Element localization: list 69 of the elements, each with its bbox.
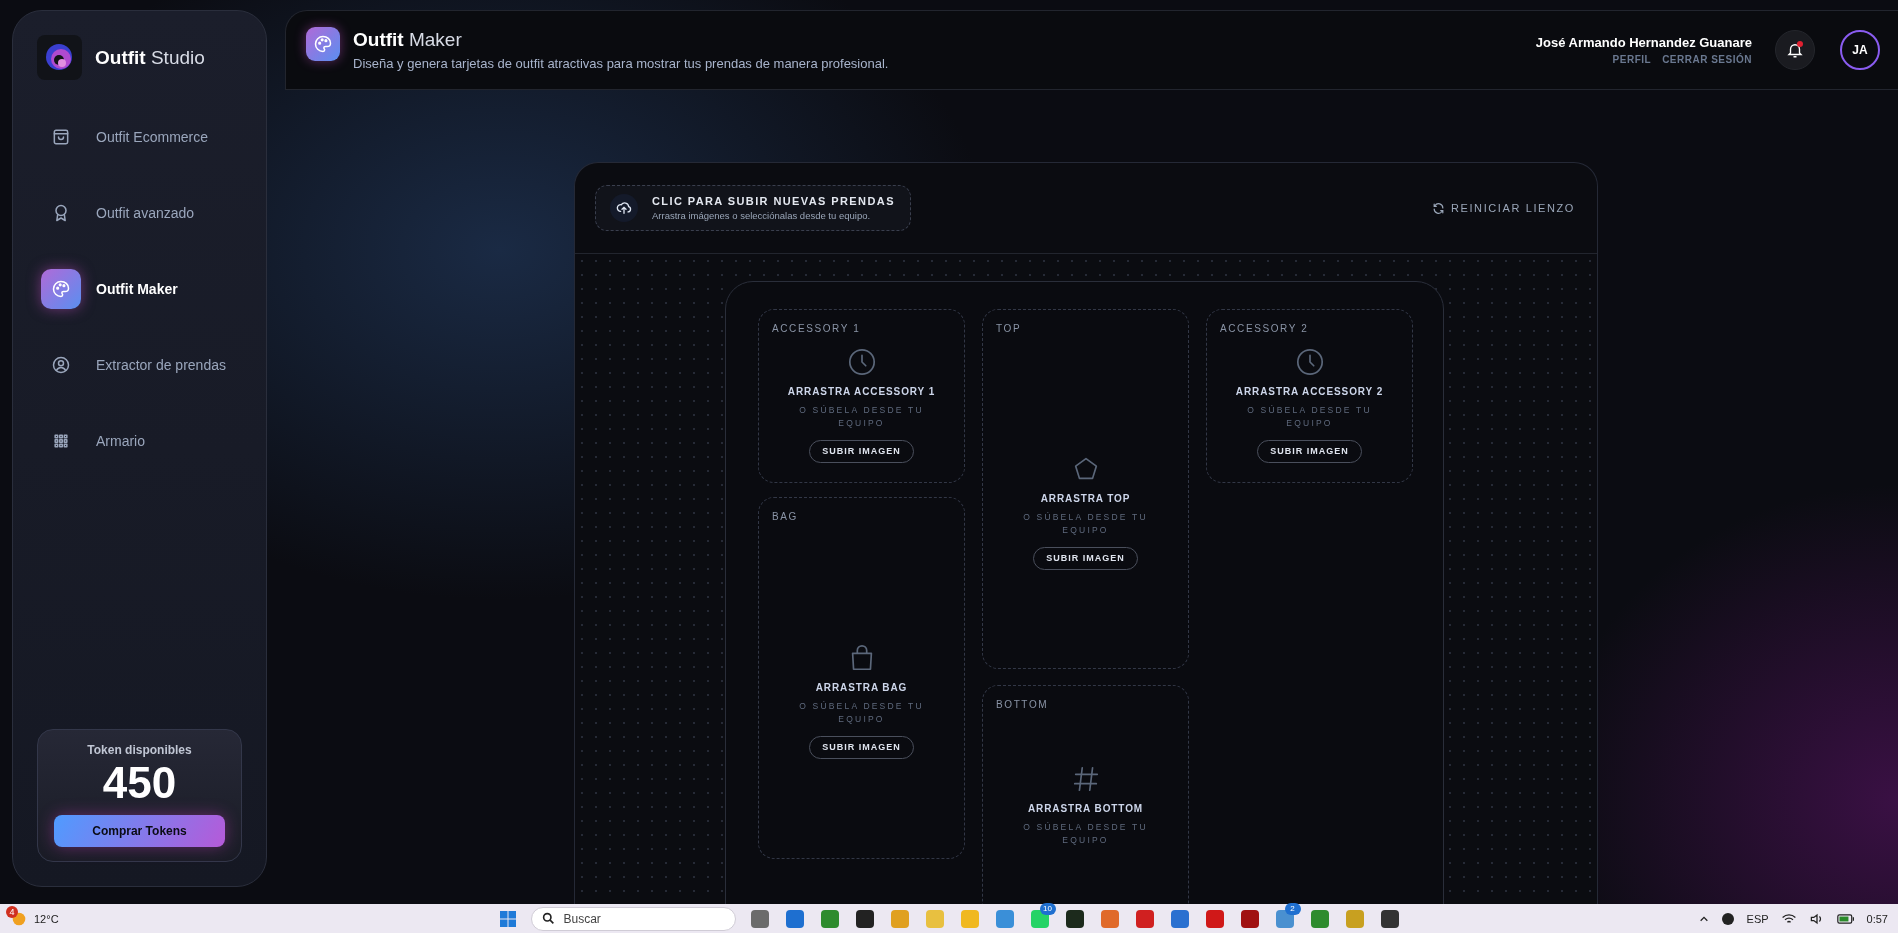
app-icon[interactable] — [1063, 907, 1086, 930]
user-icon — [51, 355, 71, 375]
search-field[interactable]: Buscar — [530, 906, 736, 931]
token-count: 450 — [102, 758, 177, 807]
drop-slot[interactable]: TOP ARRASTRA TOP O SÚBELA DESDE TU EQUIPO SUBIR IMAGEN — [982, 309, 1189, 669]
palette-icon — [306, 27, 340, 61]
bell-icon — [1786, 41, 1804, 59]
temperature: 12°C — [34, 912, 59, 925]
slot-hint: O SÚBELA DESDE TU EQUIPO — [798, 700, 925, 725]
slot-label: TOP — [996, 323, 1022, 334]
slot-hint: O SÚBELA DESDE TU EQUIPO — [1246, 404, 1373, 429]
clock-time: 0:57 — [1866, 912, 1888, 925]
sidebar-item[interactable]: Outfit Maker — [37, 265, 242, 313]
language-indicator[interactable]: ESP — [1746, 912, 1769, 925]
upload-image-button[interactable]: SUBIR IMAGEN — [809, 735, 914, 759]
slot-label: BOTTOM — [996, 699, 1049, 710]
page-subtitle: Diseña y genera tarjetas de outfit atractivas para mostrar tus prendas de manera profesional. — [353, 56, 890, 71]
brand-name: Outfit — [95, 46, 146, 68]
search-icon — [541, 912, 555, 925]
page-title: Maker — [408, 29, 462, 50]
slot-title: ARRASTRA ACCESSORY 2 — [1235, 386, 1384, 398]
grid-icon — [51, 431, 71, 451]
slot-label: BAG — [772, 511, 798, 522]
sidebar-item[interactable]: Extractor de prendas — [37, 341, 242, 389]
drop-slot[interactable]: ACCESSORY 1 ARRASTRA ACCESSORY 1 O SÚBELA DESDE TU EQUIPO SUBIR IMAGEN — [758, 309, 965, 483]
slot-hint: O SÚBELA DESDE TU EQUIPO — [798, 404, 925, 429]
slot-title: ARRASTRA BOTTOM — [1027, 803, 1144, 815]
upload-image-button[interactable]: SUBIR IMAGEN — [1257, 439, 1362, 463]
slot-label: ACCESSORY 2 — [1220, 323, 1309, 334]
refresh-icon — [1432, 201, 1445, 215]
upload-cloud-icon — [616, 200, 632, 216]
token-label: Token disponibles — [87, 742, 192, 757]
clock-icon — [1294, 347, 1325, 378]
upload-image-button[interactable]: SUBIR IMAGEN — [1033, 546, 1138, 570]
sidebar-item[interactable]: Outfit avanzado — [37, 189, 242, 237]
logo-icon — [37, 35, 82, 80]
user-name: José Armando Hernandez Guanare — [1535, 35, 1752, 50]
upload-hint: Arrastra imágenes o selecciónalas desde tu equipo. — [652, 210, 872, 221]
app-icon[interactable] — [1720, 911, 1735, 926]
account-link[interactable]: PERFIL — [1612, 54, 1652, 65]
slot-title: ARRASTRA ACCESSORY 1 — [787, 386, 936, 398]
app-icon[interactable] — [1238, 907, 1261, 930]
upload-dropzone[interactable]: CLIC PARA SUBIR NUEVAS PRENDAS Arrastra imágenes o selecciónalas desde tu equipo. — [595, 185, 911, 231]
brand-name: Studio — [150, 46, 205, 68]
slot-hint: O SÚBELA DESDE TU EQUIPO — [1022, 821, 1149, 846]
clock-icon — [846, 347, 877, 378]
drop-slot[interactable]: BAG ARRASTRA BAG O SÚBELA DESDE TU EQUIPO SUBIR IMAGEN — [758, 497, 965, 859]
drop-slot[interactable]: ACCESSORY 2 ARRASTRA ACCESSORY 2 O SÚBELA DESDE TU EQUIPO SUBIR IMAGEN — [1206, 309, 1413, 483]
slot-label: ACCESSORY 1 — [772, 323, 861, 334]
notification-badge: 4 — [6, 905, 18, 918]
buy-tokens-button[interactable]: Comprar Tokens — [54, 815, 225, 847]
palette-icon — [51, 279, 71, 299]
app-icon[interactable] — [853, 907, 876, 930]
sidebar-item[interactable]: Outfit Ecommerce — [37, 113, 242, 161]
avatar[interactable]: JA — [1840, 30, 1880, 70]
page-title: Outfit — [353, 29, 404, 50]
slot-title: ARRASTRA TOP — [1040, 493, 1131, 505]
reset-canvas-button[interactable]: REINICIAR LIENZO — [1432, 201, 1575, 215]
upload-title: CLIC PARA SUBIR NUEVAS PRENDAS — [652, 195, 895, 207]
slot-title: ARRASTRA BAG — [815, 682, 908, 694]
notification-button[interactable] — [1775, 30, 1815, 70]
app-icon[interactable] — [1378, 907, 1401, 930]
shopping-bag-icon — [51, 127, 71, 147]
slot-hint: O SÚBELA DESDE TU EQUIPO — [1022, 511, 1149, 536]
windows-start-icon[interactable] — [497, 908, 518, 929]
upload-image-button[interactable]: SUBIR IMAGEN — [809, 439, 914, 463]
account-link[interactable]: CERRAR SESIÓN — [1662, 54, 1752, 65]
sidebar-item[interactable]: Armario — [37, 417, 242, 465]
battery-icon[interactable] — [1836, 912, 1855, 925]
